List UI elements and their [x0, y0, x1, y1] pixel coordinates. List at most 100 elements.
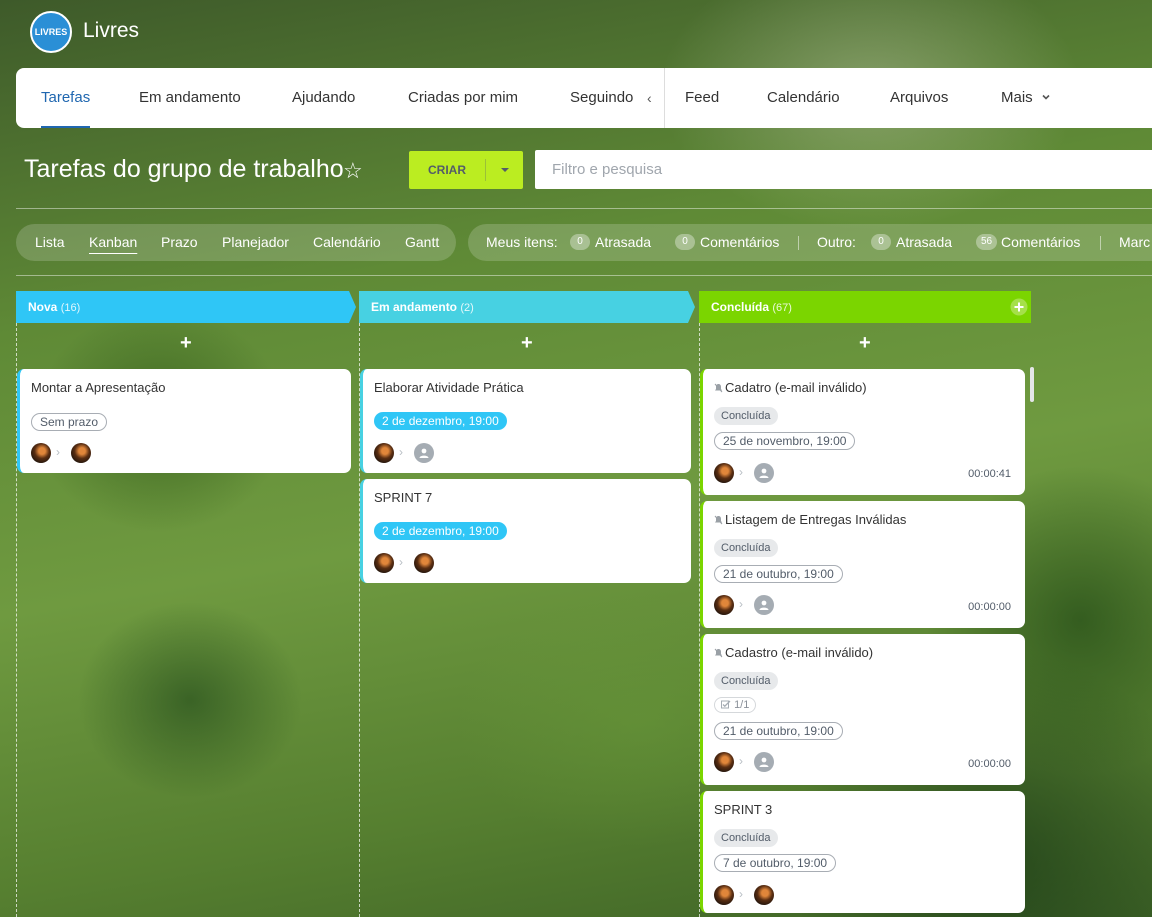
- deadline-pill[interactable]: Sem prazo: [31, 413, 108, 431]
- chevron-right-icon: ›: [739, 465, 743, 479]
- creator-avatar[interactable]: [374, 443, 394, 463]
- view-lista[interactable]: Lista: [35, 224, 65, 261]
- task-title[interactable]: Elaborar Atividade Prática: [374, 380, 524, 395]
- my-overdue-label[interactable]: Atrasada: [595, 224, 651, 261]
- creator-avatar[interactable]: [714, 885, 734, 905]
- app-title[interactable]: Livres: [83, 19, 139, 43]
- tab-ajudando[interactable]: Ajudando: [292, 68, 355, 128]
- task-title[interactable]: Cadatro (e-mail inválido): [714, 380, 867, 395]
- tab-em-andamento[interactable]: Em andamento: [139, 68, 241, 128]
- checklist-badge[interactable]: 1/1: [714, 697, 757, 713]
- column-header-shapes: [16, 291, 1031, 323]
- column-header-em-andamento[interactable]: Em andamento (2): [359, 291, 474, 323]
- task-title-text: Listagem de Entregas Inválidas: [725, 512, 907, 527]
- task-card[interactable]: Elaborar Atividade Prática 2 de dezembro…: [360, 369, 691, 473]
- user-placeholder-icon[interactable]: [754, 463, 774, 483]
- search-input[interactable]: [535, 150, 1152, 189]
- task-title[interactable]: Montar a Apresentação: [31, 380, 165, 395]
- deadline-pill[interactable]: 21 de outubro, 19:00: [714, 565, 843, 583]
- tab-feed[interactable]: Feed: [685, 68, 719, 128]
- task-card[interactable]: SPRINT 3 Concluída 7 de outubro, 19:00 ›: [700, 791, 1025, 913]
- toolbar-divider: [16, 275, 1152, 276]
- time-tracker[interactable]: 00:00:41: [968, 468, 1011, 480]
- task-card[interactable]: Montar a Apresentação Sem prazo ›: [17, 369, 351, 473]
- page-title: Tarefas do grupo de trabalho: [24, 155, 344, 183]
- view-gantt[interactable]: Gantt: [405, 224, 439, 261]
- mark-all-read-button[interactable]: Marc: [1119, 224, 1150, 261]
- counters-bar: Meus itens: 0 Atrasada 0 Comentários Out…: [468, 224, 1152, 261]
- chevron-right-icon: ›: [399, 445, 403, 459]
- time-tracker[interactable]: 00:00:00: [968, 601, 1011, 613]
- responsible-avatar[interactable]: [71, 443, 91, 463]
- time-tracker[interactable]: 00:00:00: [968, 758, 1011, 770]
- tab-tarefas[interactable]: Tarefas: [41, 68, 91, 128]
- add-task-plus-icon[interactable]: +: [180, 333, 192, 353]
- tab-arquivos[interactable]: Arquivos: [890, 68, 948, 128]
- column-count: (67): [772, 302, 792, 314]
- other-overdue-label[interactable]: Atrasada: [896, 224, 952, 261]
- nav-separator: [664, 68, 665, 128]
- task-title[interactable]: SPRINT 3: [714, 802, 772, 817]
- create-dropdown-icon[interactable]: [486, 151, 523, 189]
- responsible-avatar[interactable]: [754, 885, 774, 905]
- tab-criadas-por-mim[interactable]: Criadas por mim: [408, 68, 518, 128]
- task-title[interactable]: SPRINT 7: [374, 490, 432, 505]
- nav-collapse-icon[interactable]: ‹: [647, 68, 652, 128]
- other-comments-label[interactable]: Comentários: [1001, 224, 1080, 261]
- column-header-concluida[interactable]: Concluída (67): [699, 291, 792, 323]
- create-button[interactable]: CRIAR: [409, 151, 523, 189]
- deadline-pill[interactable]: 2 de dezembro, 19:00: [374, 412, 507, 430]
- deadline-pill[interactable]: 7 de outubro, 19:00: [714, 854, 837, 872]
- counters-separator: [798, 236, 799, 250]
- view-prazo[interactable]: Prazo: [161, 224, 198, 261]
- column-header-nova[interactable]: Nova (16): [16, 291, 80, 323]
- user-placeholder-icon[interactable]: [754, 595, 774, 615]
- view-calendario[interactable]: Calendário: [313, 224, 381, 261]
- column-count: (2): [460, 302, 474, 314]
- add-task-plus-icon[interactable]: +: [859, 333, 871, 353]
- mute-icon: [714, 383, 723, 393]
- chevron-right-icon: ›: [739, 754, 743, 768]
- task-card[interactable]: Cadatro (e-mail inválido) Concluída 25 d…: [700, 369, 1025, 495]
- status-badge: Concluída: [714, 672, 778, 690]
- my-overdue-count[interactable]: 0: [570, 234, 590, 250]
- deadline-pill[interactable]: 21 de outubro, 19:00: [714, 722, 843, 740]
- view-kanban[interactable]: Kanban: [89, 224, 137, 261]
- tab-seguindo[interactable]: Seguindo: [570, 68, 633, 128]
- task-card[interactable]: Cadastro (e-mail inválido) Concluída 1/1…: [700, 634, 1025, 785]
- tab-mais[interactable]: Mais: [1001, 68, 1051, 128]
- chevron-right-icon: ›: [739, 597, 743, 611]
- creator-avatar[interactable]: [714, 595, 734, 615]
- deadline-pill[interactable]: 25 de novembro, 19:00: [714, 432, 856, 450]
- other-label: Outro:: [817, 234, 856, 250]
- favorite-star-icon[interactable]: ☆: [343, 158, 363, 184]
- view-planejador[interactable]: Planejador: [222, 224, 289, 261]
- column-title: Nova: [28, 300, 58, 314]
- responsible-avatar[interactable]: [414, 553, 434, 573]
- other-overdue-count[interactable]: 0: [871, 234, 891, 250]
- user-placeholder-icon[interactable]: [754, 752, 774, 772]
- column-scrollbar[interactable]: [1030, 367, 1034, 402]
- creator-avatar[interactable]: [374, 553, 394, 573]
- add-column-icon[interactable]: [1010, 298, 1028, 316]
- column-count: (16): [60, 302, 81, 314]
- creator-avatar[interactable]: [714, 463, 734, 483]
- user-placeholder-icon[interactable]: [414, 443, 434, 463]
- chevron-right-icon: ›: [739, 887, 743, 901]
- column-title: Em andamento: [371, 300, 458, 314]
- tab-calendario[interactable]: Calendário: [767, 68, 840, 128]
- checklist-count: 1/1: [734, 699, 750, 711]
- my-comments-label[interactable]: Comentários: [700, 224, 779, 261]
- task-title[interactable]: Cadastro (e-mail inválido): [714, 645, 873, 660]
- other-comments-count[interactable]: 56: [976, 234, 998, 250]
- task-card[interactable]: SPRINT 7 2 de dezembro, 19:00 ›: [360, 479, 691, 583]
- task-title[interactable]: Listagem de Entregas Inválidas: [714, 512, 906, 527]
- my-comments-count[interactable]: 0: [675, 234, 695, 250]
- mute-icon: [714, 515, 723, 525]
- creator-avatar[interactable]: [31, 443, 51, 463]
- creator-avatar[interactable]: [714, 752, 734, 772]
- deadline-pill[interactable]: 2 de dezembro, 19:00: [374, 522, 507, 540]
- add-task-plus-icon[interactable]: +: [521, 333, 533, 353]
- task-card[interactable]: Listagem de Entregas Inválidas Concluída…: [700, 501, 1025, 628]
- app-logo[interactable]: LIVRES: [30, 11, 72, 53]
